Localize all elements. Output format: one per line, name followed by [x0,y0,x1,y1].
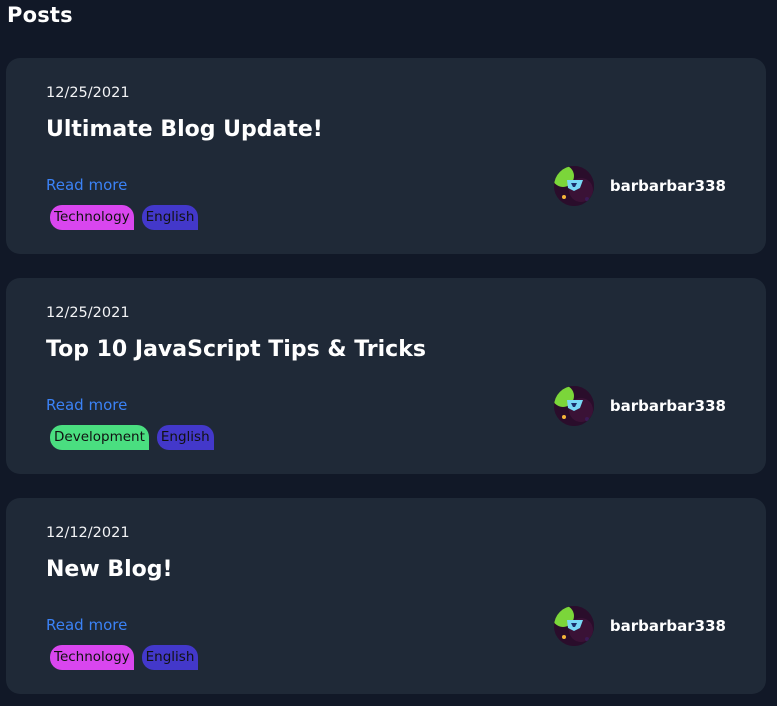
read-more-link[interactable]: Read more [46,176,127,194]
tag-list: Technology English [50,205,199,230]
avatar[interactable] [553,166,594,206]
avatar-image [553,386,594,426]
author-info[interactable]: barbarbar338 [553,386,726,426]
post-card: 12/12/2021 New Blog! Read more Technolog… [6,498,766,694]
avatar[interactable] [553,386,594,426]
author-name[interactable]: barbarbar338 [610,397,726,415]
avatar[interactable] [553,606,594,646]
tag-badge[interactable]: English [141,645,199,670]
post-date: 12/12/2021 [46,525,130,541]
author-info[interactable]: barbarbar338 [553,166,726,206]
post-card: 12/25/2021 Top 10 JavaScript Tips & Tric… [6,278,766,474]
tag-list: Development English [50,425,214,450]
avatar-image [553,166,594,206]
post-date: 12/25/2021 [46,305,130,321]
avatar-image [553,606,594,646]
read-more-link[interactable]: Read more [46,396,127,414]
tag-badge[interactable]: English [141,205,199,230]
post-list: 12/25/2021 Ultimate Blog Update! Read mo… [6,58,766,706]
post-title[interactable]: New Blog! [46,557,173,582]
post-date: 12/25/2021 [46,85,130,101]
post-card: 12/25/2021 Ultimate Blog Update! Read mo… [6,58,766,254]
post-title[interactable]: Top 10 JavaScript Tips & Tricks [46,337,426,362]
posts-page: Posts 12/25/2021 Ultimate Blog Update! R… [0,0,777,706]
tag-list: Technology English [50,645,199,670]
author-name[interactable]: barbarbar338 [610,177,726,195]
author-name[interactable]: barbarbar338 [610,617,726,635]
author-info[interactable]: barbarbar338 [553,606,726,646]
tag-badge[interactable]: Development [50,425,149,450]
page-title: Posts [7,3,73,27]
read-more-link[interactable]: Read more [46,616,127,634]
tag-badge[interactable]: English [156,425,214,450]
post-title[interactable]: Ultimate Blog Update! [46,117,323,142]
tag-badge[interactable]: Technology [50,205,134,230]
tag-badge[interactable]: Technology [50,645,134,670]
